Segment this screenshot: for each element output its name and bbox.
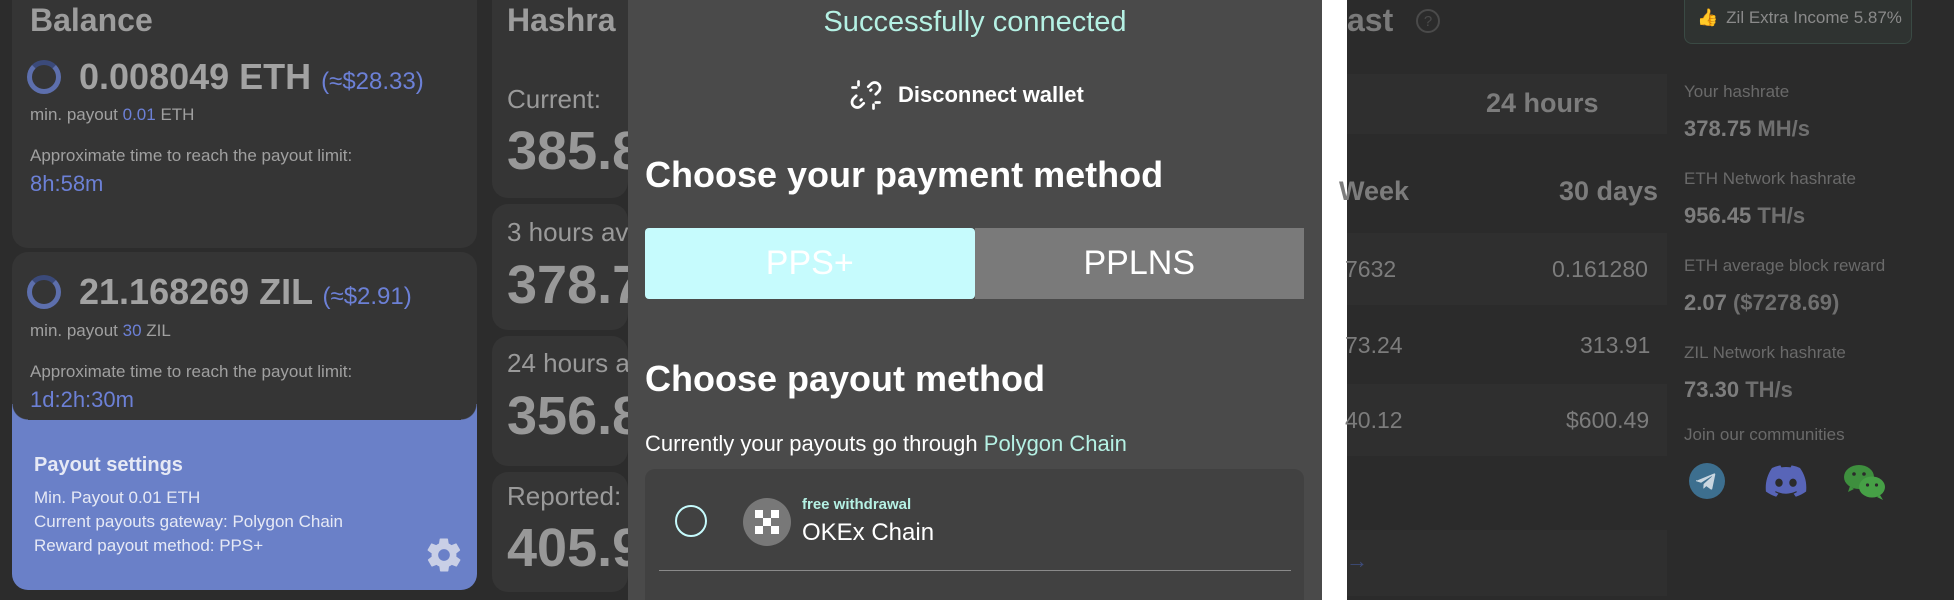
payment-method-selector: PPS+ PPLNS	[645, 228, 1304, 299]
zil-extra-income-badge[interactable]: 👍 Zil Extra Income 5.87%	[1684, 0, 1912, 44]
disconnect-wallet-button[interactable]: Disconnect wallet	[848, 78, 1084, 112]
payout-method-title: Choose payout method	[645, 358, 1046, 399]
hashrate-24h-label: 24 hours a	[507, 348, 630, 378]
table-cell: 40.12	[1345, 407, 1403, 433]
payout-settings-gateway: Current payouts gateway: Polygon Chain	[34, 512, 344, 531]
hashrate-title: Hashra	[507, 2, 616, 38]
forecast-24h-header: 24 hours	[1486, 88, 1599, 118]
balance-title: Balance	[30, 2, 153, 38]
eth-balance: 0.008049 ETH (≈$28.33)	[79, 56, 424, 97]
zil-time-label: Approximate time to reach the payout lim…	[30, 362, 353, 381]
payment-option-pplns[interactable]: PPLNS	[974, 228, 1304, 299]
eth-network-hashrate-value: 956.45 TH/s	[1684, 203, 1806, 228]
zil-network-hashrate-label: ZIL Network hashrate	[1684, 343, 1846, 362]
forecast-30d-header: 30 days	[1559, 176, 1659, 206]
table-cell: 0.161280	[1552, 256, 1648, 282]
zil-balance-usd: (≈$2.91)	[322, 283, 412, 310]
help-icon[interactable]: ?	[1416, 9, 1440, 33]
eth-block-reward-value: 2.07 ($7278.69)	[1684, 290, 1840, 315]
payout-settings-title: Payout settings	[34, 454, 183, 476]
discord-icon[interactable]	[1762, 462, 1808, 500]
eth-network-hashrate-label: ETH Network hashrate	[1684, 169, 1856, 188]
hashrate-3h-label: 3 hours av	[507, 217, 629, 247]
zil-progress-ring-icon	[27, 275, 61, 309]
wallet-modal: Successfully connected Disconnect wallet…	[628, 0, 1322, 600]
your-hashrate-value: 378.75 MH/s	[1684, 116, 1810, 141]
eth-time-value: 8h:58m	[30, 171, 104, 196]
table-cell: 73.24	[1345, 332, 1403, 358]
thumbs-up-icon: 👍	[1697, 8, 1719, 27]
divider-strip	[1322, 0, 1347, 600]
disconnect-wallet-label: Disconnect wallet	[898, 82, 1084, 107]
payment-option-pps[interactable]: PPS+	[645, 228, 975, 299]
hashrate-3h-value: 378.7	[507, 255, 643, 315]
forecast-title: ast	[1347, 2, 1394, 38]
hashrate-reported-value: 405.9	[507, 518, 643, 578]
payout-option-okex[interactable]: free withdrawal OKEx Chain	[645, 469, 1304, 600]
zil-min-payout: min. payout 30 ZIL	[30, 321, 171, 340]
table-cell: 313.91	[1580, 332, 1651, 358]
connection-status: Successfully connected	[823, 6, 1127, 38]
communities-label: Join our communities	[1684, 425, 1845, 444]
gear-icon[interactable]	[424, 535, 464, 575]
okex-radio[interactable]	[675, 505, 707, 537]
payout-settings-method: Reward payout method: PPS+	[34, 536, 264, 555]
zil-extra-income-label: Zil Extra Income 5.87%	[1726, 8, 1902, 27]
arrow-right-icon[interactable]: →	[1346, 548, 1368, 574]
eth-progress-ring-icon	[27, 60, 61, 94]
zil-network-hashrate-value: 73.30 TH/s	[1684, 377, 1793, 402]
current-chain-name: Polygon Chain	[983, 431, 1127, 456]
zil-balance: 21.168269 ZIL (≈$2.91)	[79, 271, 412, 312]
hashrate-reported-label: Reported:	[507, 481, 622, 511]
option-divider	[659, 570, 1291, 571]
forecast-footer	[1347, 530, 1667, 596]
telegram-icon[interactable]	[1688, 462, 1726, 500]
eth-block-reward-label: ETH average block reward	[1684, 256, 1886, 275]
okex-logo-icon	[743, 498, 791, 546]
table-cell: 7632	[1345, 256, 1397, 282]
current-payout-chain: Currently your payouts go through Polygo…	[645, 431, 1127, 456]
okex-chain-label: OKEx Chain	[802, 519, 935, 546]
broken-link-icon	[850, 80, 882, 110]
your-hashrate-label: Your hashrate	[1684, 82, 1790, 101]
eth-balance-usd: (≈$28.33)	[321, 68, 424, 95]
wechat-icon[interactable]	[1842, 462, 1888, 502]
forecast-week-header: Week	[1339, 176, 1410, 206]
free-withdrawal-badge: free withdrawal	[802, 496, 912, 513]
eth-min-payout: min. payout 0.01 ETH	[30, 105, 195, 124]
zil-time-value: 1d:2h:30m	[30, 387, 134, 412]
table-cell: $600.49	[1566, 407, 1650, 433]
hashrate-current-value: 385.8	[507, 121, 643, 181]
hashrate-24h-value: 356.8	[507, 386, 643, 446]
eth-time-label: Approximate time to reach the payout lim…	[30, 146, 353, 165]
hashrate-current-label: Current:	[507, 84, 601, 114]
payment-method-title: Choose your payment method	[645, 154, 1164, 195]
payout-settings-min: Min. Payout 0.01 ETH	[34, 488, 201, 507]
